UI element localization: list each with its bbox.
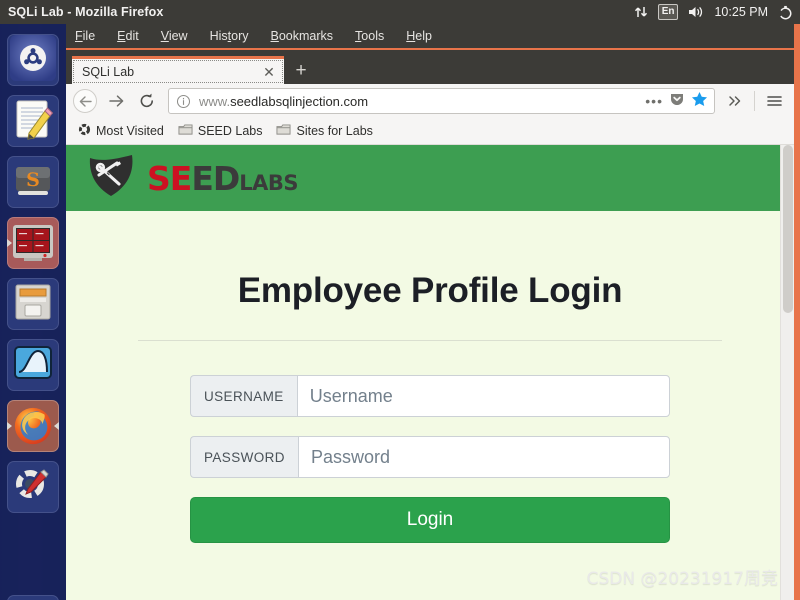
launcher-item-system-settings[interactable]	[7, 461, 59, 513]
seedlabs-shield-tools-icon	[86, 153, 138, 204]
top-panel: SQLi Lab - Mozilla Firefox En 10:25 PM	[0, 0, 800, 24]
launcher-item-wireshark[interactable]	[7, 339, 59, 391]
menu-help[interactable]: Help	[406, 29, 432, 43]
tab-label: SQLi Lab	[82, 64, 135, 79]
login-form: USERNAME PASSWORD Login	[190, 375, 670, 543]
logo-ed: ED	[191, 158, 240, 198]
menu-view[interactable]: View	[161, 29, 188, 43]
password-group: PASSWORD	[190, 436, 670, 478]
tab-sqli-lab[interactable]: SQLi Lab ✕	[72, 56, 284, 84]
clock[interactable]: 10:25 PM	[714, 5, 768, 19]
hamburger-menu-icon[interactable]	[761, 88, 787, 114]
logo-se: SE	[147, 158, 192, 198]
chevron-double-right-icon[interactable]	[722, 88, 748, 114]
login-button[interactable]: Login	[190, 497, 670, 543]
password-input[interactable]	[297, 436, 670, 478]
launcher-focused-pip-right	[54, 422, 59, 430]
launcher-item-text-editor[interactable]	[7, 95, 59, 147]
gear-icon	[78, 123, 91, 139]
reload-icon[interactable]	[133, 88, 161, 114]
content-scrollbar[interactable]	[780, 145, 794, 600]
folder-icon	[178, 123, 193, 139]
star-icon[interactable]	[691, 91, 708, 112]
arrow-right-icon[interactable]	[102, 88, 130, 114]
bookmark-sites-for-labs[interactable]: Sites for Labs	[276, 123, 373, 139]
launcher-spacer	[7, 522, 59, 586]
system-settings-icon	[11, 463, 55, 512]
close-icon[interactable]: ✕	[260, 63, 278, 81]
bookmarks-toolbar: Most Visited SEED Labs Sites for Labs	[66, 118, 794, 145]
text-editor-icon	[11, 97, 55, 146]
window-title: SQLi Lab - Mozilla Firefox	[8, 5, 164, 19]
ubuntu-dash-icon	[10, 34, 56, 86]
launcher-running-pip	[7, 239, 12, 247]
username-addon-label: USERNAME	[190, 375, 297, 417]
unity-launcher: S	[0, 24, 66, 600]
system-gear-icon[interactable]	[778, 5, 793, 20]
info-circle-icon[interactable]	[176, 94, 191, 109]
sublime-text-icon: S	[11, 158, 55, 207]
tab-strip: SQLi Lab ✕ +	[66, 50, 794, 84]
launcher-item-ubuntu-dash[interactable]	[7, 34, 59, 86]
keyboard-layout-indicator[interactable]: En	[657, 4, 679, 20]
volume-icon[interactable]	[688, 5, 704, 19]
url-bar[interactable]: www.seedlabsqlinjection.com •••	[168, 88, 715, 114]
system-tray: En 10:25 PM	[634, 4, 800, 20]
navigation-toolbar: www.seedlabsqlinjection.com •••	[66, 84, 794, 118]
bookmark-most-visited[interactable]: Most Visited	[78, 123, 164, 139]
network-updown-icon[interactable]	[634, 5, 648, 19]
toolbar-separator	[754, 91, 755, 111]
bookmark-label: Most Visited	[96, 124, 164, 138]
svg-text:S: S	[26, 169, 40, 191]
page-container: Employee Profile Login USERNAME PASSWORD…	[66, 271, 794, 543]
new-tab-button[interactable]: +	[284, 56, 318, 84]
firefox-window: File Edit View History Bookmarks Tools H…	[66, 24, 794, 600]
launcher-item-sublime-text[interactable]: S	[7, 156, 59, 208]
arrow-left-icon[interactable]	[73, 89, 97, 113]
menu-tools[interactable]: Tools	[355, 29, 384, 43]
logo-wordmark: SE ED LABS	[147, 158, 299, 198]
pocket-shield-icon[interactable]	[669, 91, 685, 112]
menu-bookmarks[interactable]: Bookmarks	[271, 29, 334, 43]
terminal-icon	[13, 225, 53, 261]
url-scheme: www.	[199, 93, 231, 109]
password-addon-label: PASSWORD	[190, 436, 298, 478]
launcher-item-trash[interactable]	[7, 595, 59, 600]
username-input[interactable]	[296, 375, 670, 417]
site-header: SE ED LABS	[66, 145, 794, 211]
menu-edit[interactable]: Edit	[117, 29, 139, 43]
menu-bar: File Edit View History Bookmarks Tools H…	[66, 24, 794, 50]
launcher-item-file-manager[interactable]	[7, 278, 59, 330]
url-bar-actions: •••	[645, 91, 710, 112]
launcher-focused-pip-left	[7, 422, 12, 430]
menu-file[interactable]: File	[75, 29, 95, 43]
bookmark-seed-labs[interactable]: SEED Labs	[178, 123, 263, 139]
scrollbar-thumb[interactable]	[783, 145, 793, 313]
launcher-item-firefox[interactable]	[7, 400, 59, 452]
firefox-icon	[14, 407, 52, 445]
seedlabs-logo[interactable]: SE ED LABS	[86, 153, 299, 204]
desktop-screen: SQLi Lab - Mozilla Firefox En 10:25 PM S…	[0, 0, 800, 600]
url-host: seedlabsqlinjection.com	[230, 93, 369, 109]
csdn-watermark: CSDN @20231917周竞	[586, 569, 778, 589]
bookmark-label: Sites for Labs	[296, 124, 373, 138]
web-content: SE ED LABS Employee Profile Login USERNA…	[66, 145, 794, 600]
title-divider	[138, 340, 722, 341]
logo-labs: LABS	[239, 170, 299, 195]
username-group: USERNAME	[190, 375, 670, 417]
launcher-item-terminal[interactable]	[7, 217, 59, 269]
page-title: Employee Profile Login	[237, 271, 623, 310]
wireshark-icon	[11, 341, 55, 390]
ellipsis-icon[interactable]: •••	[645, 94, 663, 108]
folder-icon	[276, 123, 292, 139]
bookmark-label: SEED Labs	[197, 124, 263, 138]
menu-history[interactable]: History	[210, 29, 249, 43]
url-text[interactable]: www.seedlabsqlinjection.com	[199, 94, 645, 109]
file-manager-icon	[11, 280, 55, 329]
